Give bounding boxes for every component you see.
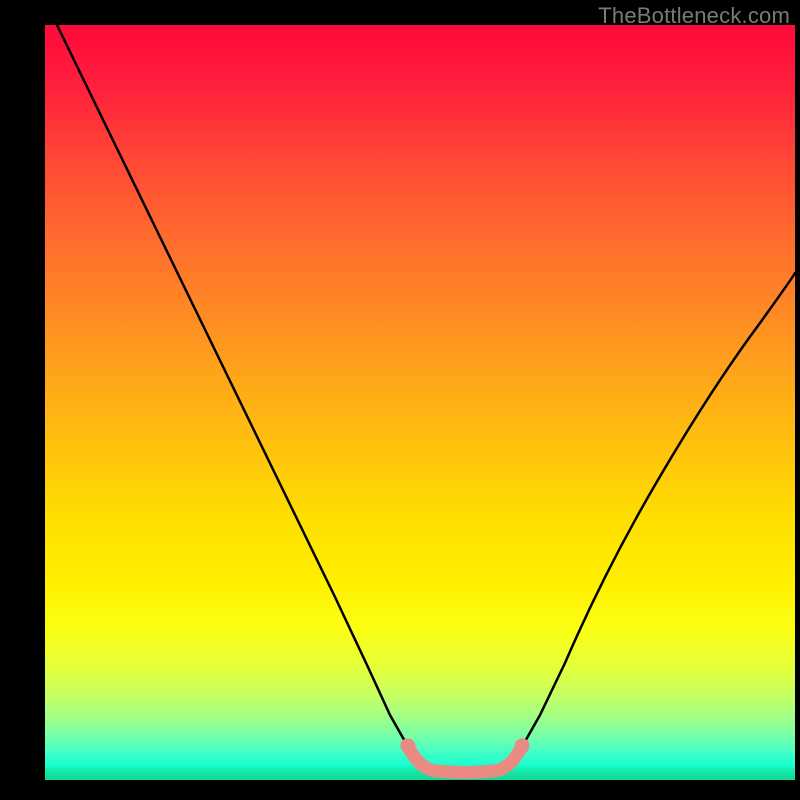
flat-zone-end-left [401, 739, 416, 754]
bottleneck-curve [57, 25, 795, 773]
flat-zone-highlight [407, 745, 523, 773]
watermark-text: TheBottleneck.com [598, 3, 790, 29]
curve-layer [45, 25, 795, 780]
plot-area [45, 25, 795, 780]
flat-zone-end-right [515, 739, 530, 754]
chart-frame: TheBottleneck.com [0, 0, 800, 800]
